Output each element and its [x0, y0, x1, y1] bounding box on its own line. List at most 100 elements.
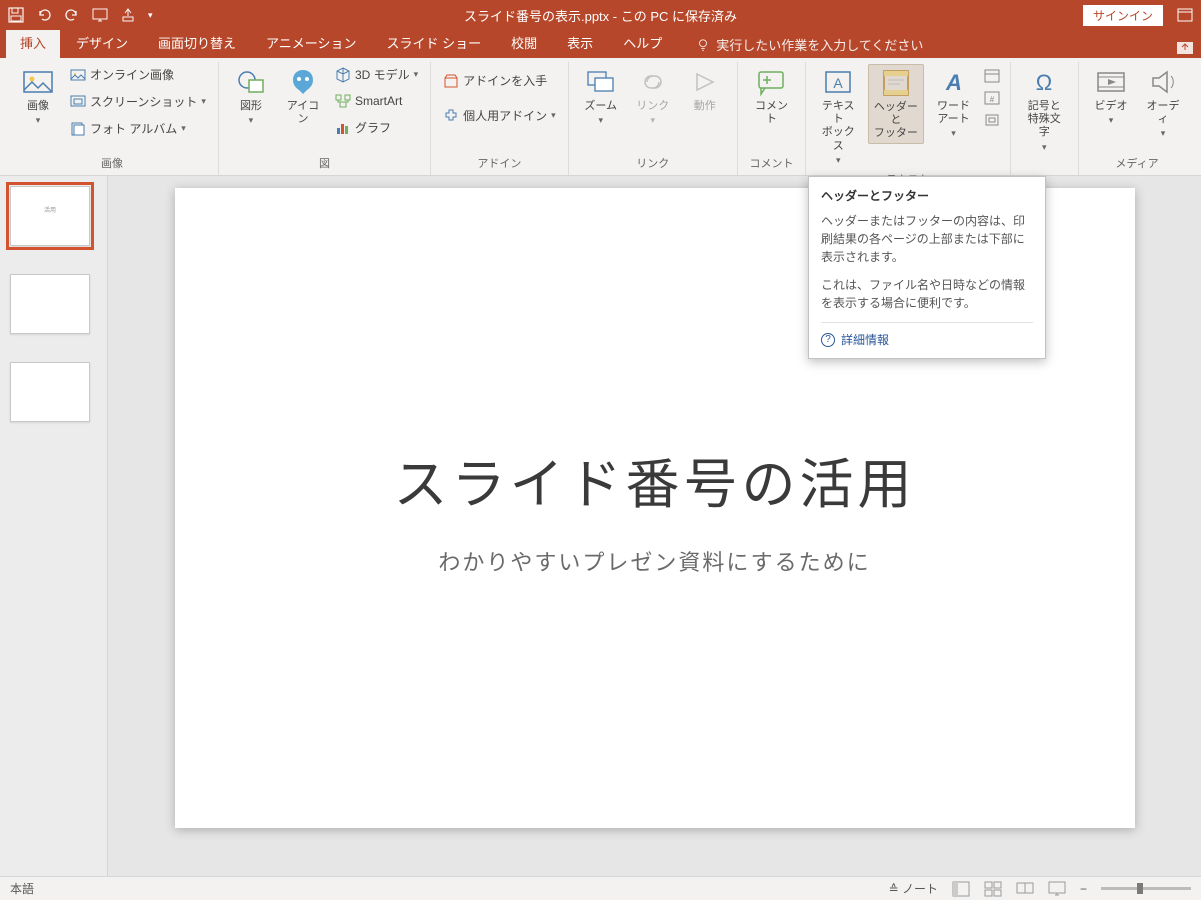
photo-album-button[interactable]: フォト アルバム [68, 118, 208, 139]
video-icon [1095, 66, 1127, 98]
tooltip-body-2: これは、ファイル名や日時などの情報を表示する場合に便利です。 [821, 276, 1033, 312]
group-media: ビデオ オーディ メディア [1079, 62, 1195, 175]
symbols-button[interactable]: Ω 記号と 特殊文字 [1021, 64, 1069, 154]
omega-icon: Ω [1028, 66, 1060, 98]
pictures-button[interactable]: 画像 [16, 64, 60, 128]
svg-text:A: A [945, 70, 962, 95]
slideshow-view-icon[interactable] [1048, 881, 1066, 897]
thumbnail-2[interactable] [10, 274, 90, 334]
zoom-out-button[interactable]: − [1080, 882, 1087, 896]
ribbon-tabs: 挿入 デザイン 画面切り替え アニメーション スライド ショー 校閲 表示 ヘル… [0, 30, 1201, 58]
link-button: リンク [631, 64, 675, 128]
signin-button[interactable]: サインイン [1083, 5, 1163, 26]
redo-icon[interactable] [64, 7, 80, 23]
audio-icon [1147, 66, 1179, 98]
tab-insert[interactable]: 挿入 [6, 27, 60, 58]
smartart-button[interactable]: SmartArt [333, 91, 420, 111]
date-time-icon[interactable] [984, 68, 1000, 84]
window-title: スライド番号の表示.pptx - この PC に保存済み [464, 6, 737, 25]
share-icon[interactable] [1175, 38, 1195, 58]
3d-models-button[interactable]: 3D モデル [333, 64, 420, 85]
object-icon[interactable] [984, 112, 1000, 128]
tell-me-search[interactable]: 実行したい作業を入力してください [688, 31, 931, 58]
group-label-images: 画像 [16, 152, 208, 175]
group-label-links: リンク [579, 152, 727, 175]
group-images: 画像 オンライン画像 スクリーンショット フォト アルバム 画像 [6, 62, 219, 175]
shapes-button[interactable]: 図形 [229, 64, 273, 128]
textbox-button[interactable]: A テキスト ボックス [816, 64, 860, 168]
chart-button[interactable]: グラフ [333, 117, 420, 138]
tab-animations[interactable]: アニメーション [252, 27, 370, 58]
undo-icon[interactable] [36, 7, 52, 23]
tab-slideshow[interactable]: スライド ショー [373, 27, 496, 58]
pictures-label: 画像 [27, 100, 49, 113]
video-button[interactable]: ビデオ [1089, 64, 1133, 128]
my-addins-button[interactable]: 個人用アドイン [441, 105, 558, 126]
group-links: ズーム リンク 動作 リンク [569, 62, 738, 175]
slide-number-icon[interactable]: # [984, 90, 1000, 106]
screenshot-button[interactable]: スクリーンショット [68, 91, 208, 112]
group-label-media: メディア [1089, 152, 1185, 175]
group-comments: コメント コメント [738, 62, 807, 175]
thumbnail-1[interactable]: 活用 [10, 186, 90, 246]
photo-album-icon [70, 121, 86, 137]
zoom-button[interactable]: ズーム [579, 64, 623, 128]
tab-design[interactable]: デザイン [62, 27, 142, 58]
header-footer-button[interactable]: ヘッダーと フッター [868, 64, 923, 144]
header-footer-icon [880, 67, 912, 99]
workspace: 活用 スライド番号の活用 わかりやすいプレゼン資料にするために ヘッダーとフッタ… [0, 176, 1201, 876]
slide-subtitle[interactable]: わかりやすいプレゼン資料にするために [438, 545, 870, 577]
group-label-symbols [1021, 168, 1069, 175]
group-label-addins: アドイン [441, 152, 558, 175]
group-illustrations: 図形 アイコン 3D モデル SmartArt グラフ [219, 62, 431, 175]
action-button: 動作 [683, 64, 727, 115]
online-pictures-button[interactable]: オンライン画像 [68, 64, 208, 85]
tab-help[interactable]: ヘルプ [609, 27, 676, 58]
smartart-icon [335, 93, 351, 109]
slideshow-icon[interactable] [92, 7, 108, 23]
header-footer-tooltip: ヘッダーとフッター ヘッダーまたはフッターの内容は、印刷結果の各ページの上部また… [808, 176, 1046, 359]
tooltip-body-1: ヘッダーまたはフッターの内容は、印刷結果の各ページの上部または下部に表示されます… [821, 212, 1033, 266]
pictures-icon [22, 66, 54, 98]
status-bar: 本語 ≙ ノート − [0, 876, 1201, 900]
svg-text:#: # [989, 95, 994, 104]
zoom-slider[interactable] [1101, 887, 1191, 890]
cube-icon [335, 67, 351, 83]
chart-icon [335, 120, 351, 136]
slide-sorter-icon[interactable] [984, 881, 1002, 897]
status-language[interactable]: 本語 [10, 880, 34, 897]
help-icon: ? [821, 333, 835, 347]
link-icon [637, 66, 669, 98]
thumbnail-3[interactable] [10, 362, 90, 422]
group-text: A テキスト ボックス ヘッダーと フッター A ワード アート # テキスト [806, 62, 1010, 175]
slide-title[interactable]: スライド番号の活用 [394, 440, 916, 519]
title-bar: ▾ スライド番号の表示.pptx - この PC に保存済み サインイン [0, 0, 1201, 30]
wordart-button[interactable]: A ワード アート [932, 64, 976, 141]
get-addins-button[interactable]: アドインを入手 [441, 70, 558, 91]
normal-view-icon[interactable] [952, 881, 970, 897]
tab-view[interactable]: 表示 [553, 27, 607, 58]
slide-thumbnails-pane[interactable]: 活用 [0, 176, 108, 876]
comment-button[interactable]: コメント [748, 64, 796, 128]
group-symbols: Ω 記号と 特殊文字 [1011, 62, 1080, 175]
tooltip-more-link[interactable]: ? 詳細情報 [821, 322, 1033, 348]
zoom-icon [585, 66, 617, 98]
ribbon-display-icon[interactable] [1177, 7, 1193, 23]
tab-review[interactable]: 校閲 [497, 27, 551, 58]
slide-editor[interactable]: スライド番号の活用 わかりやすいプレゼン資料にするために ヘッダーとフッター ヘ… [108, 176, 1201, 876]
comment-icon [755, 66, 787, 98]
audio-button[interactable]: オーディ [1141, 64, 1185, 141]
textbox-icon: A [822, 66, 854, 98]
notes-button[interactable]: ≙ ノート [889, 880, 938, 897]
screenshot-icon [70, 94, 86, 110]
touch-mode-icon[interactable] [120, 7, 136, 23]
qat-dropdown-icon[interactable]: ▾ [148, 10, 153, 21]
reading-view-icon[interactable] [1016, 881, 1034, 897]
svg-text:A: A [834, 75, 844, 91]
store-icon [443, 73, 459, 89]
online-pictures-icon [70, 67, 86, 83]
save-icon[interactable] [8, 7, 24, 23]
icons-button[interactable]: アイコン [281, 64, 325, 128]
icons-icon [287, 66, 319, 98]
tab-transitions[interactable]: 画面切り替え [144, 27, 250, 58]
